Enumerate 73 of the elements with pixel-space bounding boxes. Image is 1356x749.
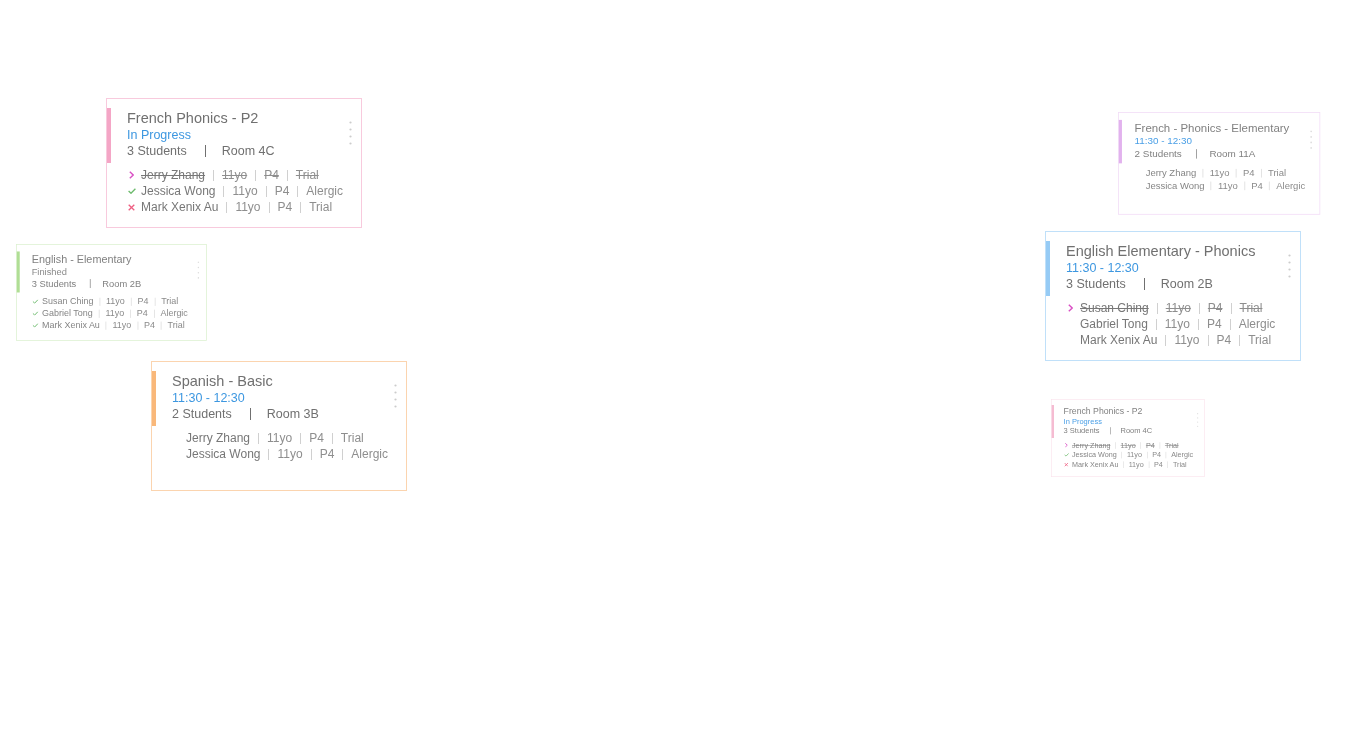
student-age: 11yo: [1164, 317, 1190, 331]
student-grade: P4: [1216, 333, 1232, 347]
student-grade: P4: [1251, 179, 1263, 191]
student-note: Trial: [167, 320, 185, 331]
room-label: Room 11A: [1209, 147, 1256, 161]
student-name: Jessica Wong: [1145, 179, 1205, 191]
room-label: Room 4C: [221, 143, 275, 159]
class-title: French Phonics - P2: [127, 109, 260, 127]
student-age: 11yo: [277, 447, 303, 461]
class-title: Spanish - Basic: [172, 372, 274, 390]
student-note: Alergic: [351, 447, 388, 461]
student-age: 11yo: [112, 320, 132, 331]
student-grade: P4: [274, 184, 290, 198]
student-age: 11yo: [232, 184, 258, 198]
student-grade: P4: [319, 447, 335, 461]
student-note: Trial: [295, 168, 319, 182]
student-count: 3 Students: [1066, 276, 1126, 292]
student-age: 11yo: [235, 200, 261, 214]
student-note: Trial: [309, 200, 333, 214]
student-age: 11yo: [1165, 301, 1191, 315]
class-status: In Progress: [127, 127, 192, 143]
student-grade: P4: [137, 296, 149, 307]
student-name: Jerry Zhang: [1145, 167, 1197, 179]
class-title: English Elementary - Phonics: [1066, 242, 1257, 260]
class-title: French - Phonics - Elementary: [1134, 120, 1291, 135]
student-age: 11yo: [1217, 179, 1238, 191]
student-count: 2 Students: [172, 406, 232, 422]
student-name: Susan Ching: [42, 296, 94, 307]
student-age: 11yo: [222, 168, 248, 182]
student-grade: P4: [277, 200, 293, 214]
class-time: 11:30 - 12:30: [172, 390, 246, 406]
student-count: 3 Students: [127, 143, 187, 159]
student-grade: P4: [143, 320, 155, 331]
student-note: Trial: [1248, 333, 1272, 347]
room-label: Room 3B: [266, 406, 319, 422]
student-note: Alergic: [306, 184, 343, 198]
student-name: Susan Ching: [1080, 301, 1149, 315]
student-note: Alergic: [1276, 179, 1306, 191]
class-status: Finished: [31, 265, 68, 278]
student-count: 3 Students: [31, 277, 77, 290]
class-time: 11:30 - 12:30: [1134, 134, 1194, 148]
student-age: 11yo: [106, 296, 125, 307]
student-grade: P4: [1206, 317, 1222, 331]
student-name: Jessica Wong: [141, 184, 216, 198]
student-note: Alergic: [160, 308, 188, 319]
room-label: Room 2B: [1160, 276, 1213, 292]
student-name: Jessica Wong: [186, 447, 261, 461]
student-grade: P4: [264, 168, 279, 182]
student-age: 11yo: [267, 431, 293, 445]
class-title: English - Elementary: [31, 252, 133, 266]
student-age: 11yo: [1174, 333, 1200, 347]
student-note: Trial: [1239, 301, 1263, 315]
student-name: Jerry Zhang: [141, 168, 206, 182]
student-note: Alergic: [1238, 317, 1276, 331]
room-label: Room 2B: [102, 277, 142, 290]
student-grade: P4: [1207, 301, 1223, 315]
student-note: Trial: [161, 296, 179, 307]
student-name: Mark Xenix Au: [42, 320, 100, 331]
student-note: Trial: [1268, 167, 1287, 179]
student-grade: P4: [136, 308, 148, 319]
student-grade: P4: [309, 431, 324, 445]
student-grade: P4: [1242, 167, 1255, 179]
student-age: 11yo: [1209, 167, 1230, 179]
student-name: Gabriel Tong: [1080, 317, 1148, 331]
student-age: 11yo: [105, 308, 125, 319]
student-name: Jerry Zhang: [186, 431, 251, 445]
student-note: Trial: [340, 431, 364, 445]
student-name: Mark Xenix Au: [1080, 333, 1158, 347]
student-count: 2 Students: [1134, 147, 1182, 161]
student-name: Mark Xenix Au: [141, 200, 219, 214]
class-title: French Phonics - P2: [1063, 405, 1144, 417]
student-name: Gabriel Tong: [42, 308, 93, 319]
class-time: 11:30 - 12:30: [1066, 260, 1140, 276]
